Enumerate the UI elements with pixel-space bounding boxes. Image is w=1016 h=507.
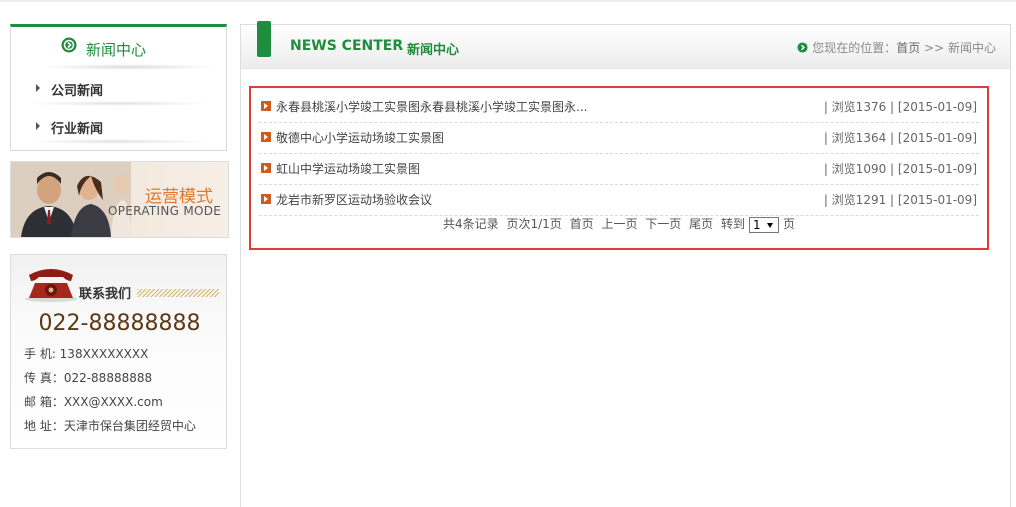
bullet-arrow-icon (261, 163, 271, 173)
list-item: 龙岩市新罗区运动场验收会议 | 浏览1291 | [2015-01-09] (259, 184, 979, 216)
circle-arrow-icon (797, 42, 808, 53)
news-meta: | 浏览1364 | [2015-01-09] (823, 131, 977, 145)
news-meta: | 浏览1291 | [2015-01-09] (823, 193, 977, 207)
list-item: 敬德中心小学运动场竣工实景图 | 浏览1364 | [2015-01-09] (259, 122, 979, 154)
operating-mode-banner[interactable]: 运营模式 OPERATING MODE (10, 161, 229, 238)
news-meta: | 浏览1376 | [2015-01-09] (823, 100, 977, 114)
news-title-link[interactable]: 敬德中心小学运动场竣工实景图 (276, 129, 444, 146)
pager-pages: 页次1/1页 (506, 217, 562, 231)
contact-address: 地 址：天津市保台集团经贸中心 (24, 419, 196, 433)
pager-total: 共4条记录 (442, 217, 499, 231)
list-item: 永春县桃溪小学竣工实景图永春县桃溪小学竣工实景图永... | 浏览1376 | … (259, 91, 979, 123)
pager-last-link[interactable]: 尾页 (689, 217, 713, 231)
sidebar-header: 新闻中心 (11, 27, 226, 70)
news-title-link[interactable]: 虹山中学运动场竣工实景图 (276, 160, 420, 177)
sidebar-item-label: 公司新闻 (51, 84, 104, 99)
business-people-image (11, 162, 131, 237)
pager-first-link[interactable]: 首页 (570, 217, 594, 231)
breadcrumb-home-link[interactable]: 首页 (896, 41, 920, 55)
pagination: 共4条记录 页次1/1页 首页 上一页 下一页 尾页 转到 1 页 (251, 215, 987, 233)
banner-subtitle: OPERATING MODE (108, 204, 222, 218)
sidebar-nav: 新闻中心 公司新闻 行业新闻 (10, 24, 227, 151)
caret-right-icon (36, 84, 40, 92)
bullet-arrow-icon (261, 194, 271, 204)
circle-arrow-icon (61, 37, 77, 53)
contact-fax: 传 真：022-88888888 (24, 371, 153, 385)
news-meta: | 浏览1090 | [2015-01-09] (823, 162, 977, 176)
bullet-arrow-icon (261, 132, 271, 142)
contact-email: 邮 箱：XXX@XXXX.com (24, 395, 163, 409)
news-title-link[interactable]: 永春县桃溪小学竣工实景图永春县桃溪小学竣工实景图永... (276, 98, 587, 115)
pager-next-link[interactable]: 下一页 (645, 217, 681, 231)
page-title-en: NEWS CENTER (290, 38, 404, 54)
decorative-stripes (137, 289, 219, 297)
page-select[interactable]: 1 (749, 216, 779, 233)
sidebar-title: 新闻中心 (86, 41, 147, 59)
header-accent-tab (257, 21, 271, 57)
breadcrumb-separator: >> (924, 41, 945, 55)
list-item: 虹山中学运动场竣工实景图 | 浏览1090 | [2015-01-09] (259, 153, 979, 185)
telephone-icon (25, 269, 77, 302)
breadcrumb-prefix: 您现在的位置： (812, 41, 897, 55)
caret-right-icon (36, 122, 40, 130)
contact-phone-number: 022-88888888 (38, 311, 201, 336)
sidebar-item-industry-news[interactable]: 行业新闻 (11, 108, 226, 146)
bullet-arrow-icon (261, 101, 271, 111)
contact-box: 联系我们 022-88888888 手 机: 138XXXXXXXX 传 真：0… (10, 254, 227, 449)
page-title-cn: 新闻中心 (407, 43, 460, 58)
top-divider (0, 0, 1016, 2)
main-header: NEWS CENTER 新闻中心 您现在的位置：首页 >> 新闻中心 (241, 21, 1010, 69)
news-title-link[interactable]: 龙岩市新罗区运动场验收会议 (276, 191, 432, 208)
main-panel: NEWS CENTER 新闻中心 您现在的位置：首页 >> 新闻中心 永春县桃溪… (240, 21, 1011, 507)
sidebar: 新闻中心 公司新闻 行业新闻 (10, 24, 227, 151)
sidebar-item-label: 行业新闻 (51, 122, 104, 137)
sidebar-item-company-news[interactable]: 公司新闻 (11, 70, 226, 108)
breadcrumb: 您现在的位置：首页 >> 新闻中心 (797, 39, 996, 56)
pager-goto-label: 转到 (720, 217, 745, 231)
contact-title: 联系我们 (79, 287, 132, 302)
pager-prev-link[interactable]: 上一页 (601, 217, 637, 231)
pager-page-suffix: 页 (783, 217, 796, 231)
news-list-highlight: 永春县桃溪小学竣工实景图永春县桃溪小学竣工实景图永... | 浏览1376 | … (249, 86, 989, 250)
contact-mobile: 手 机: 138XXXXXXXX (24, 347, 149, 361)
breadcrumb-current: 新闻中心 (947, 41, 996, 55)
